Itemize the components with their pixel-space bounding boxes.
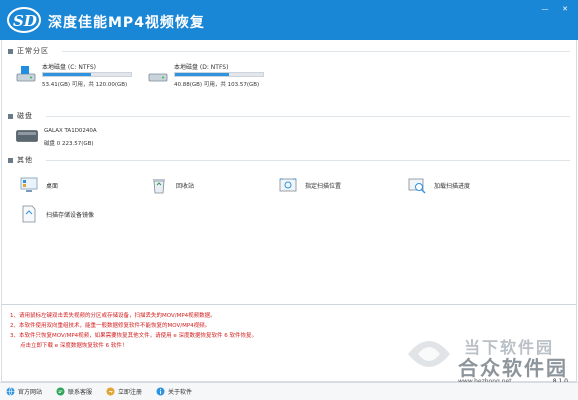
- section-bullet: [8, 48, 13, 54]
- tool-specify-scan[interactable]: 指定扫描位置: [279, 175, 341, 195]
- watermark-logo-icon: [408, 341, 450, 367]
- section-partitions: 正常分区: [8, 46, 49, 56]
- chat-icon: [56, 387, 65, 396]
- tool-label: 指定扫描位置: [305, 182, 342, 190]
- footer-bar: 官方网站 联系客服 立即注册 关于软件: [0, 382, 578, 400]
- watermark-text: 合众软件园: [458, 356, 568, 380]
- tool-label: 回收站: [176, 182, 195, 190]
- svg-text:SD: SD: [13, 12, 37, 30]
- about-button[interactable]: 关于软件: [156, 387, 192, 396]
- drive-icon: [148, 73, 168, 82]
- close-button[interactable]: ✕: [556, 2, 574, 16]
- divider: [46, 116, 570, 117]
- minimize-button[interactable]: —: [536, 2, 554, 16]
- hard-disk-icon: [16, 130, 38, 142]
- usage-fill: [43, 73, 92, 76]
- disk-name: GALAX TA1D0240A: [44, 128, 97, 134]
- tool-desktop[interactable]: 桌面: [20, 175, 58, 195]
- app-logo-icon: SD: [7, 7, 41, 33]
- divider: [46, 160, 570, 161]
- disk-info: 磁盘 0 223.57(GB): [44, 141, 94, 147]
- recycle-bin-icon: [153, 179, 165, 194]
- globe-icon: [6, 387, 15, 396]
- section-title: 磁盘: [17, 112, 33, 120]
- tool-scan-storage[interactable]: 扫描存储设备镜像: [20, 204, 94, 224]
- usage-fill: [175, 73, 229, 76]
- note-line: 1、请用鼠标左键双击丢失视频的分区或存储设备，扫描丢失的MOV/MP4视频数据。: [10, 313, 216, 319]
- section-bullet: [8, 113, 13, 119]
- contact-button[interactable]: 联系客服: [56, 387, 92, 396]
- usage-bar: [174, 72, 264, 77]
- tool-load-progress[interactable]: 加载扫描进度: [408, 175, 470, 195]
- partition-name: 本地磁盘 (C: NTFS): [42, 64, 97, 71]
- partition-c[interactable]: 本地磁盘 (C: NTFS) 53.41(GB) 可用，共 120.00(GB): [16, 62, 146, 96]
- tool-label: 加载扫描进度: [434, 182, 471, 190]
- section-title: 其他: [17, 156, 33, 164]
- tool-label: 扫描存储设备镜像: [46, 211, 95, 219]
- section-other: 其他: [8, 155, 33, 165]
- section-title: 正常分区: [17, 47, 49, 55]
- desktop-icon: [20, 177, 38, 192]
- footer-label: 立即注册: [118, 389, 143, 396]
- usage-bar: [42, 72, 132, 77]
- app-title: 深度佳能MP4视频恢复: [48, 15, 205, 31]
- watermark: 当下软件园 合众软件园 www.hezhong.net 8.1.0: [402, 330, 572, 390]
- main-panel: 正常分区 本地磁盘 (C: NTFS) 53.41(GB) 可用，共 120.0…: [1, 40, 577, 304]
- section-bullet: [8, 157, 13, 163]
- section-disks: 磁盘: [8, 111, 33, 121]
- partition-info: 53.41(GB) 可用，共 120.00(GB): [42, 82, 128, 88]
- key-icon: [106, 387, 115, 396]
- drive-icon: [16, 66, 36, 82]
- load-progress-icon: [408, 178, 426, 194]
- official-site-button[interactable]: 官方网站: [6, 387, 42, 396]
- storage-image-icon: [22, 205, 36, 223]
- tool-recycle-bin[interactable]: 回收站: [150, 175, 194, 195]
- partition-d[interactable]: 本地磁盘 (D: NTFS) 40.88(GB) 可用，共 103.57(GB): [148, 62, 278, 96]
- partition-name: 本地磁盘 (D: NTFS): [174, 64, 229, 71]
- info-icon: [156, 387, 165, 396]
- tool-label: 桌面: [46, 182, 59, 190]
- register-button[interactable]: 立即注册: [106, 387, 142, 396]
- footer-label: 关于软件: [168, 389, 193, 396]
- partition-info: 40.88(GB) 可用，共 103.57(GB): [174, 82, 260, 88]
- footer-label: 官方网站: [18, 389, 43, 396]
- title-bar: SD 深度佳能MP4视频恢复 — ✕: [0, 0, 578, 40]
- divider: [62, 51, 570, 52]
- footer-label: 联系客服: [68, 389, 93, 396]
- scan-location-icon: [279, 178, 297, 192]
